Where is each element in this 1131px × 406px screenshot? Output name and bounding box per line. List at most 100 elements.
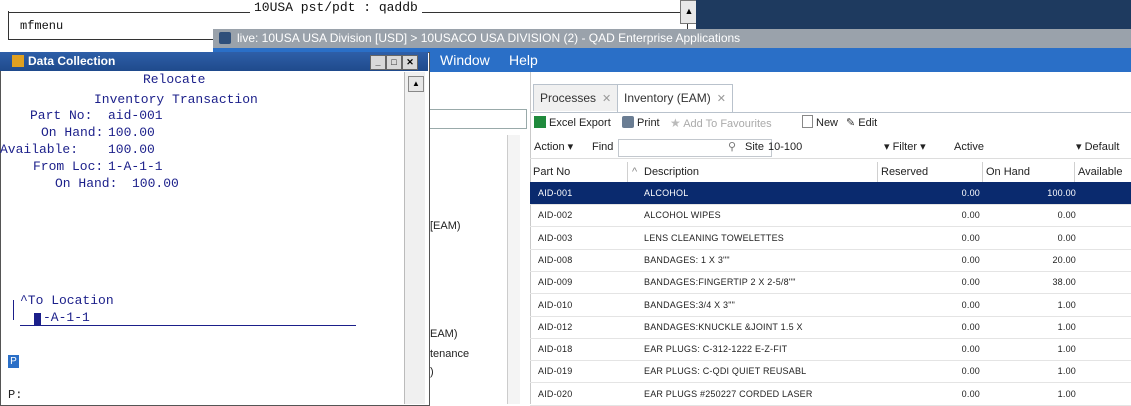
- table-row[interactable]: AID-010 BANDAGES:3/4 X 3"" 0.00 1.00: [530, 294, 1131, 317]
- print-button[interactable]: Print: [622, 112, 660, 134]
- cell-on-hand: 1.00: [1057, 344, 1076, 355]
- cell-reserved: 0.00: [961, 388, 980, 399]
- to-location-input[interactable]: -A-1-1: [43, 310, 90, 325]
- cell-on-hand: 1.00: [1057, 321, 1076, 332]
- available-label: Available:: [0, 142, 79, 157]
- from-loc-value: 1-A-1-1: [108, 159, 163, 174]
- column-part-no[interactable]: Part No: [530, 162, 628, 182]
- excel-export-button[interactable]: Excel Export: [534, 112, 611, 134]
- column-description[interactable]: ^ Description: [628, 162, 878, 182]
- action-dropdown[interactable]: Action ▾: [534, 136, 573, 158]
- new-button[interactable]: New: [802, 112, 838, 134]
- table-row[interactable]: AID-008 BANDAGES: 1 X 3"" 0.00 20.00: [530, 249, 1131, 272]
- menu-help[interactable]: Help: [509, 48, 538, 72]
- table-row[interactable]: AID-002 ALCOHOL WIPES 0.00 0.00: [530, 204, 1131, 228]
- new-document-icon: [802, 115, 813, 128]
- cell-reserved: 0.00: [961, 344, 980, 355]
- tab-inventory-eam[interactable]: Inventory (EAM) ✕: [617, 84, 733, 112]
- nav-item-fragment[interactable]: EAM): [430, 328, 458, 340]
- filter-value[interactable]: Active: [954, 136, 984, 158]
- table-row[interactable]: AID-018 EAR PLUGS: C-312-1222 E-Z-FIT 0.00…: [530, 338, 1131, 362]
- cell-description: BANDAGES:FINGERTIP 2 X 2-5/8"": [644, 277, 796, 288]
- edit-button[interactable]: ✎ Edit: [846, 112, 877, 134]
- cell-part-no: AID-008: [538, 254, 573, 265]
- cell-description: EAR PLUGS: C-QDI QUIET REUSABL: [644, 366, 807, 377]
- maximize-button[interactable]: □: [386, 55, 402, 70]
- site-value[interactable]: 10-100: [768, 136, 802, 158]
- data-collection-scrollbar[interactable]: ▲: [404, 72, 425, 404]
- add-to-favourites-button[interactable]: ★ Add To Favourites: [670, 112, 772, 135]
- qad-window-titlebar[interactable]: live: 10USA USA Division [USD] > 10USACO…: [213, 29, 1131, 48]
- default-label: Default: [1084, 141, 1120, 153]
- filter-dropdown[interactable]: ▾ Filter ▾: [884, 136, 926, 158]
- data-collection-titlebar[interactable]: Data Collection _ □ ✕: [0, 52, 428, 71]
- cell-on-hand: 100.00: [1047, 188, 1076, 198]
- scroll-up-button[interactable]: ▲: [408, 76, 424, 92]
- cell-reserved: 0.00: [961, 232, 980, 243]
- part-no-label: Part No:: [30, 108, 93, 123]
- terminal-menu-name: mfmenu: [20, 19, 64, 33]
- column-reserved[interactable]: Reserved: [878, 162, 983, 182]
- cell-on-hand: 1.00: [1057, 299, 1076, 310]
- grid-header: Part No ^ Description Reserved On Hand Av…: [530, 162, 1131, 183]
- search-icon[interactable]: ⚲: [728, 136, 736, 158]
- cell-reserved: 0.00: [961, 210, 980, 221]
- table-row[interactable]: AID-020 EAR PLUGS #250227 CORDED LASER 0.0…: [530, 383, 1131, 406]
- table-row[interactable]: AID-012 BANDAGES:KNUCKLE &JOINT 1.5 X 0.00…: [530, 316, 1131, 339]
- column-description-label: Description: [644, 166, 700, 178]
- cell-part-no: AID-018: [538, 344, 573, 355]
- nav-item-fragment[interactable]: ): [430, 366, 434, 378]
- cell-on-hand: 1.00: [1057, 366, 1076, 377]
- cell-part-no: AID-001: [538, 188, 573, 198]
- qad-window-title: live: 10USA USA Division [USD] > 10USACO…: [237, 31, 741, 45]
- close-icon[interactable]: ✕: [602, 93, 611, 105]
- cell-part-no: AID-003: [538, 232, 573, 243]
- tab-processes[interactable]: Processes ✕: [533, 84, 619, 111]
- site-label: Site: [745, 141, 764, 153]
- close-icon[interactable]: ✕: [717, 93, 726, 105]
- action-label: Action: [534, 141, 565, 153]
- text-cursor: [34, 313, 41, 325]
- cell-on-hand: 20.00: [1052, 254, 1076, 265]
- cell-reserved: 0.00: [961, 277, 980, 288]
- cell-on-hand: 0.00: [1057, 232, 1076, 243]
- cell-reserved: 0.00: [961, 188, 980, 198]
- close-button[interactable]: ✕: [402, 55, 418, 70]
- new-label: New: [816, 117, 839, 129]
- table-row[interactable]: AID-019 EAR PLUGS: C-QDI QUIET REUSABL 0.0…: [530, 360, 1131, 384]
- minimize-button[interactable]: _: [370, 55, 386, 70]
- cell-description: ALCOHOL: [644, 188, 689, 198]
- navigation-search-input[interactable]: [425, 109, 527, 129]
- printer-icon: [622, 116, 634, 128]
- terminal-side-char: P:: [8, 388, 23, 402]
- background-strip: [696, 0, 1131, 30]
- heading-relocate: Relocate: [143, 72, 206, 87]
- terminal-side-char: P: [8, 355, 19, 368]
- nav-item-fragment[interactable]: [EAM): [430, 220, 461, 232]
- sort-ascending-icon: ^: [632, 166, 638, 178]
- column-available[interactable]: Available: [1075, 162, 1131, 182]
- table-row[interactable]: AID-001 ALCOHOL 0.00 100.00: [530, 182, 1131, 205]
- part-no-value: aid-001: [108, 108, 163, 123]
- cell-part-no: AID-009: [538, 277, 573, 288]
- cell-reserved: 0.00: [961, 254, 980, 265]
- cell-reserved: 0.00: [961, 299, 980, 310]
- nav-item-fragment[interactable]: tenance: [430, 348, 469, 360]
- table-row[interactable]: AID-009 BANDAGES:FINGERTIP 2 X 2-5/8"" 0.0…: [530, 271, 1131, 295]
- default-dropdown[interactable]: ▾ Default: [1076, 136, 1119, 158]
- data-collection-icon: [12, 55, 24, 67]
- heading-inventory-transaction: Inventory Transaction: [94, 92, 258, 107]
- menu-window[interactable]: Window: [440, 48, 490, 72]
- cell-description: EAR PLUGS: C-312-1222 E-Z-FIT: [644, 344, 788, 355]
- cell-description: EAR PLUGS #250227 CORDED LASER: [644, 388, 813, 399]
- table-row[interactable]: AID-003 LENS CLEANING TOWELETTES 0.00 0.00: [530, 227, 1131, 250]
- cell-part-no: AID-020: [538, 388, 573, 399]
- edit-label: Edit: [858, 117, 878, 129]
- navigation-scrollbar[interactable]: [507, 135, 520, 404]
- cell-description: BANDAGES:3/4 X 3"": [644, 299, 736, 310]
- data-collection-body: Relocate Inventory Transaction Part No: …: [0, 72, 404, 404]
- on-hand-2-value: 100.00: [132, 176, 179, 191]
- cell-reserved: 0.00: [961, 366, 980, 377]
- column-on-hand[interactable]: On Hand: [983, 162, 1075, 182]
- filter-bar: Action ▾ Find ⚲ Site 10-100 ▾ Filter ▾ A…: [530, 136, 1131, 159]
